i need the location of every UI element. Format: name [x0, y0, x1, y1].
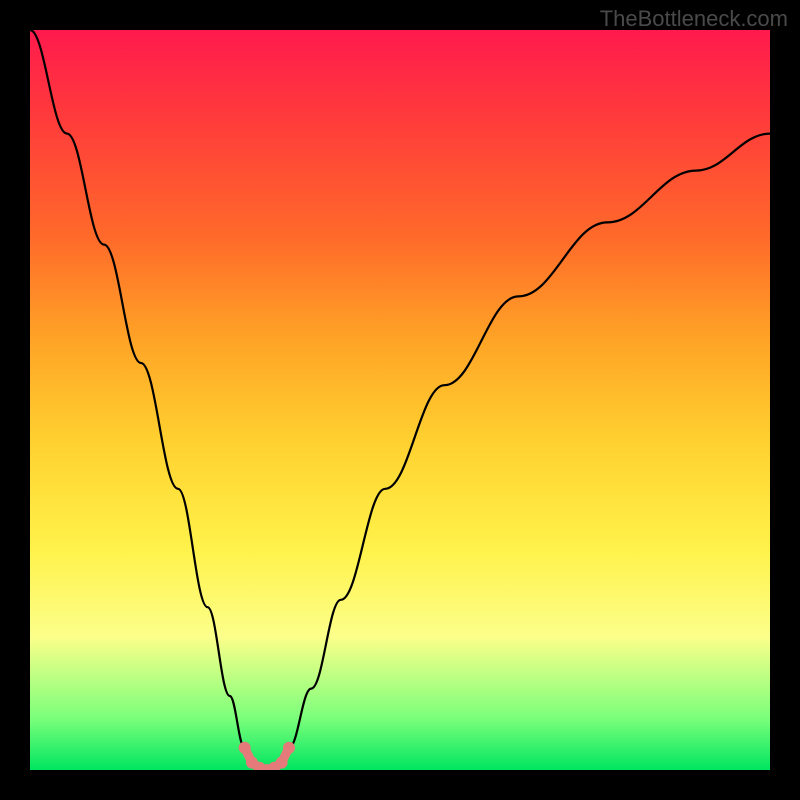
chart-svg — [30, 30, 770, 770]
bottleneck-curve — [30, 30, 770, 770]
x-axis-gutter — [30, 770, 770, 800]
plot-area — [30, 30, 770, 770]
y-axis-gutter — [0, 30, 30, 770]
highlight-dot — [276, 757, 288, 769]
highlight-dot — [283, 742, 295, 754]
watermark: TheBottleneck.com — [600, 6, 788, 32]
highlight-dot — [239, 742, 251, 754]
